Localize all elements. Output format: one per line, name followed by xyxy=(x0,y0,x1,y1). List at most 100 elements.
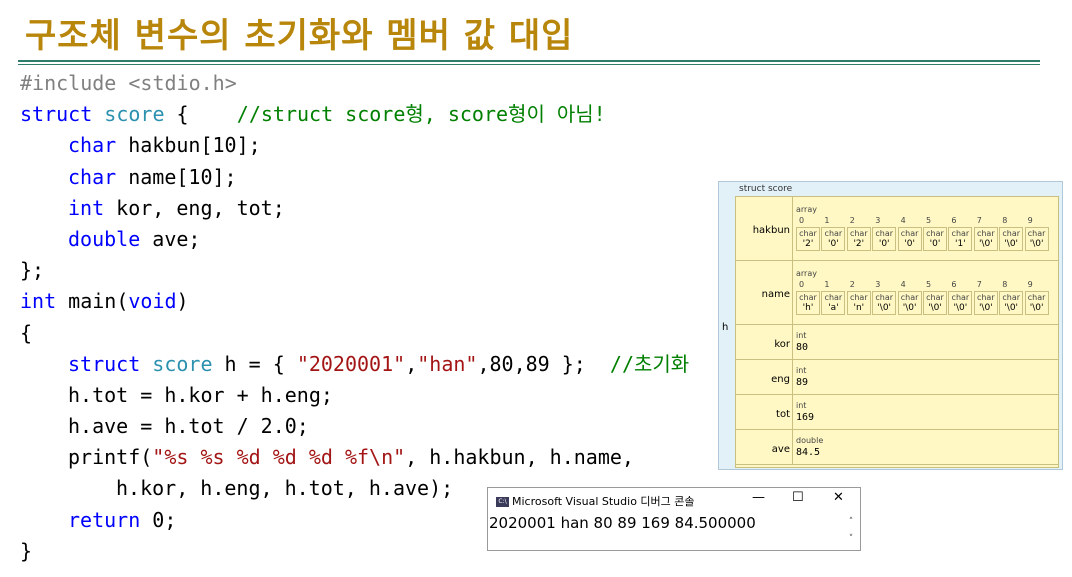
member-name: eng xyxy=(771,374,790,385)
memory-view-panel: struct score h hakbun array 0 char '2' 1 char '… xyxy=(718,181,1063,470)
cell-type: char xyxy=(799,229,817,238)
scroll-up-icon[interactable]: ˄ xyxy=(844,514,858,531)
array-cell: char '0' xyxy=(821,227,846,251)
slide-title: 구조체 변수의 초기화와 멤버 값 대입 xyxy=(25,16,574,56)
maximize-button[interactable]: ☐ xyxy=(792,490,804,505)
array-cell: char '0' xyxy=(872,227,897,251)
array-cell: char '\0' xyxy=(897,291,922,315)
cell-value: '\0' xyxy=(1029,239,1044,249)
member-value: 80 xyxy=(796,342,809,353)
cell-value: '\0' xyxy=(902,303,917,313)
cell-value: '\0' xyxy=(1029,303,1044,313)
cell-value: '2' xyxy=(802,239,814,249)
cell-value: '\0' xyxy=(978,303,993,313)
cell-value: '\0' xyxy=(978,239,993,249)
cell-value: '0' xyxy=(828,239,839,249)
cell-type: char xyxy=(976,293,995,302)
array-cell: char '\0' xyxy=(973,291,998,315)
member-row-kor: kor int 80 xyxy=(736,325,1058,360)
array-cell: char '\0' xyxy=(999,227,1024,251)
member-type: int xyxy=(796,401,807,410)
array-index: 6 xyxy=(951,216,957,225)
cell-value: '1' xyxy=(955,239,966,249)
cell-type: char xyxy=(875,229,894,238)
array-cell: char '0' xyxy=(897,227,922,251)
cell-value: '2' xyxy=(853,239,865,249)
array-index: 4 xyxy=(900,280,906,289)
array-index: 0 xyxy=(799,216,805,225)
cell-type: char xyxy=(900,229,919,238)
code-line-6: double ave; xyxy=(68,226,201,251)
array-cell: char '\0' xyxy=(999,291,1024,315)
array-index: 1 xyxy=(824,280,830,289)
member-name: hakbun xyxy=(752,225,790,236)
cell-type: char xyxy=(799,293,817,302)
member-name: tot xyxy=(776,409,790,420)
cell-type: char xyxy=(849,293,868,302)
title-underline-thin xyxy=(18,64,1040,65)
array-cell: char '1' xyxy=(948,227,973,251)
member-type: array xyxy=(796,269,817,278)
struct-type-label: struct score xyxy=(739,184,793,194)
array-index: 1 xyxy=(824,216,830,225)
close-button[interactable]: ✕ xyxy=(833,490,844,505)
member-value: 84.5 xyxy=(796,447,821,458)
array-index: 5 xyxy=(926,280,932,289)
code-line-10: struct score h = { "2020001","han",80,89… xyxy=(68,351,690,376)
array-cell: char '\0' xyxy=(923,291,947,315)
minimize-button[interactable]: — xyxy=(752,490,765,505)
code-line-12: h.ave = h.tot / 2.0; xyxy=(68,414,309,439)
struct-members: hakbun array 0 char '2' 1 char '0' 2 char '2' 3 char… xyxy=(735,196,1059,468)
array-index: 7 xyxy=(976,216,982,225)
cell-value: 'h' xyxy=(802,303,814,313)
cell-type: char xyxy=(824,229,843,238)
scroll-down-icon[interactable]: ˅ xyxy=(844,531,858,548)
array-cell: char '\0' xyxy=(1024,291,1049,315)
cell-value: 'n' xyxy=(853,303,865,313)
member-separator xyxy=(792,325,793,359)
cell-value: '0' xyxy=(878,239,890,249)
console-output: 2020001 han 80 89 169 84.500000 xyxy=(489,514,756,532)
code-line-4: char name[10]; xyxy=(68,164,237,189)
member-name: name xyxy=(761,289,790,300)
array-index: 0 xyxy=(799,280,805,289)
cell-type: char xyxy=(1002,293,1021,302)
member-row-hakbun: hakbun array 0 char '2' 1 char '0' 2 char '2' 3 char… xyxy=(736,197,1058,261)
array-index: 9 xyxy=(1027,216,1033,225)
array-index: 6 xyxy=(951,280,957,289)
variable-name: h xyxy=(722,322,729,333)
array-cell: char'n' xyxy=(846,291,871,315)
array-cell: char '\0' xyxy=(948,291,973,315)
code-line-1: #include <stdio.h> xyxy=(20,71,237,95)
member-row-ave: ave double 84.5 xyxy=(736,430,1058,465)
console-scrollbar[interactable]: ˄ ˅ xyxy=(844,514,858,548)
cell-value: '\0' xyxy=(953,303,968,313)
cell-type: char xyxy=(900,293,919,302)
title-underline xyxy=(18,60,1040,62)
member-type: int xyxy=(796,331,807,340)
cell-type: char xyxy=(1027,229,1046,238)
cell-value: '0' xyxy=(929,239,941,249)
array-index: 3 xyxy=(875,280,881,289)
cell-type: char xyxy=(824,293,843,302)
member-separator xyxy=(792,430,793,464)
cell-type: char xyxy=(926,293,944,302)
cell-type: char xyxy=(1027,293,1046,302)
array-cell: char '\0' xyxy=(872,291,897,315)
debug-console-window: C:\ Microsoft Visual Studio 디버그 콘솔 — ☐ ✕ … xyxy=(487,487,861,551)
array-cell: char '2' xyxy=(846,227,871,251)
cell-value: '\0' xyxy=(928,303,942,313)
member-row-name: name array 0 char'h' 1 char'a' 2 char'n' 3 char '\… xyxy=(736,261,1058,325)
cell-value: 'a' xyxy=(828,303,839,313)
member-value: 89 xyxy=(796,377,809,388)
array-index: 2 xyxy=(849,216,855,225)
array-index: 4 xyxy=(900,216,906,225)
cell-type: char xyxy=(951,293,970,302)
member-type: double xyxy=(796,436,824,445)
member-row-tot: tot int 169 xyxy=(736,395,1058,430)
member-name: ave xyxy=(771,444,790,455)
cell-type: char xyxy=(926,229,944,238)
cell-type: char xyxy=(951,229,970,238)
array-cell: char '\0' xyxy=(973,227,998,251)
array-index: 2 xyxy=(849,280,855,289)
